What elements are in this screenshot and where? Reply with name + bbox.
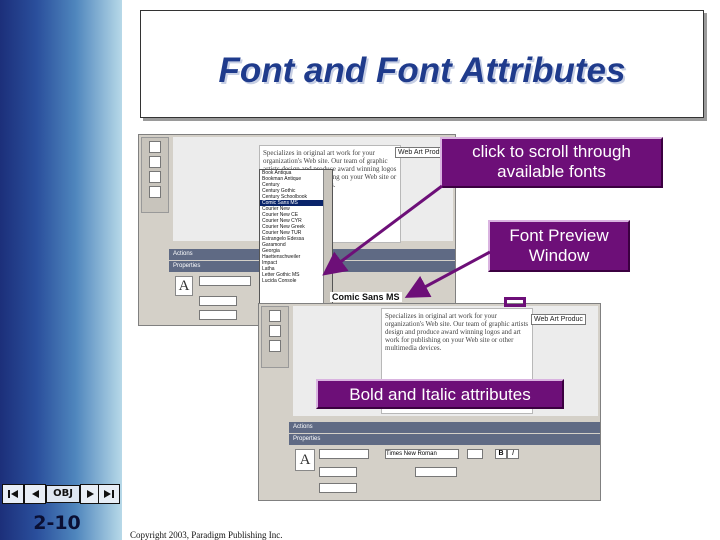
link-tool-icon: [149, 171, 161, 183]
screenshot-font-list: Specializes in original art work for you…: [138, 134, 456, 326]
text-icon: A: [295, 449, 315, 471]
tools-panel: [141, 137, 169, 213]
copyright-text: Copyright 2003, Paradigm Publishing Inc.: [130, 530, 283, 540]
tools-panel: [261, 306, 289, 368]
width-field[interactable]: [319, 467, 357, 477]
width-field[interactable]: [199, 296, 237, 306]
object-tool-icon: [149, 186, 161, 198]
font-option[interactable]: Lucida Console: [260, 278, 332, 284]
properties-panel-bar[interactable]: Properties: [289, 434, 600, 445]
font-dropdown-list[interactable]: Book Antiqua Bookman Antique Century Cen…: [259, 169, 333, 317]
bold-button[interactable]: B: [495, 449, 507, 459]
skip-back-icon[interactable]: [2, 484, 24, 504]
skip-forward-icon[interactable]: [98, 484, 120, 504]
font-field[interactable]: Times New Roman: [385, 449, 459, 459]
height-field[interactable]: [199, 310, 237, 320]
obj-label[interactable]: OBJ: [46, 485, 80, 503]
callout-scroll-fonts: click to scroll through available fonts: [440, 137, 663, 188]
callout-bold-italic: Bold and Italic attributes: [316, 379, 564, 409]
size-field[interactable]: [415, 467, 457, 477]
callout-font-preview: Font Preview Window: [488, 220, 630, 272]
web-art-tag: Web Art Produ: [395, 147, 447, 158]
actions-panel-bar[interactable]: Actions: [289, 422, 600, 433]
back-icon[interactable]: [24, 484, 46, 504]
size-field[interactable]: [467, 449, 483, 459]
select-tool-icon: [149, 141, 161, 153]
height-field[interactable]: [319, 483, 357, 493]
format-field[interactable]: [319, 449, 369, 459]
sidebar: OBJ 2-10: [0, 0, 122, 540]
image-tool-icon: [149, 156, 161, 168]
slide-title: Font and Font Attributes: [218, 51, 626, 90]
page-number: 2-10: [33, 512, 81, 534]
web-art-tag: Web Art Produc: [531, 314, 586, 325]
link-tool-icon: [269, 340, 281, 352]
italic-button[interactable]: I: [507, 449, 519, 459]
text-icon: A: [175, 276, 193, 296]
font-preview-text: Comic Sans MS: [330, 292, 402, 302]
select-tool-icon: [269, 310, 281, 322]
image-tool-icon: [269, 325, 281, 337]
format-field[interactable]: [199, 276, 251, 286]
paragraph-text: Specializes in original art work for you…: [385, 312, 529, 352]
objective-nav: OBJ: [2, 484, 120, 506]
preview-highlight: [504, 297, 526, 307]
title-box: Font and Font Attributes: [140, 10, 704, 118]
properties-inspector: A Times New Roman B I: [289, 445, 600, 500]
